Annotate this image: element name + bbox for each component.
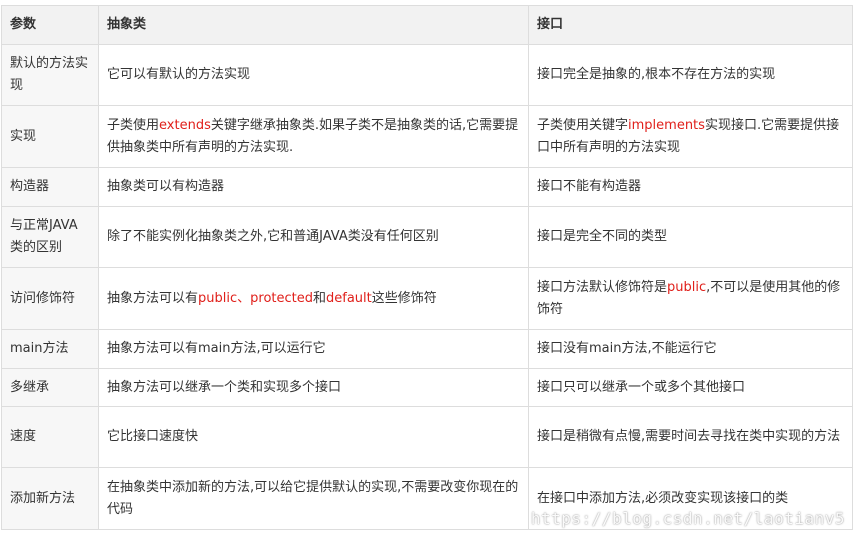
table-row: 多继承 抽象方法可以继承一个类和实现多个接口 接口只可以继承一个或多个其他接口 [1,368,853,407]
param-cell: 访问修饰符 [1,267,99,330]
interface-cell: 接口是稍微有点慢,需要时间去寻找在类中实现的方法 [528,406,853,468]
cell-text: 接口完全是抽象的,根本不存在方法的实现 [537,67,776,82]
cell-text: 子类使用关键字 [537,117,629,133]
cell-text: 接口是完全不同的类型 [537,229,668,244]
cell-text: 它可以有默认的方法实现 [107,67,251,82]
cell-text: 在接口中添加方法,必须改变实现该接口的类 [537,490,789,506]
interface-cell: 接口方法默认修饰符是public,不可以是使用其他的修饰符 [528,267,853,330]
keyword-highlight: default [326,290,372,306]
cell-text: 它比接口速度快 [107,429,199,444]
keyword-highlight: public [667,279,707,295]
cell-text: 接口方法默认修饰符是 [537,279,668,295]
param-cell: main方法 [1,329,99,369]
table-row: 访问修饰符 抽象方法可以有public、protected和default这些修饰… [1,267,853,330]
comparison-table: 参数 抽象类 接口 默认的方法实现 它可以有默认的方法实现 接口完全是抽象的,根本不… [1,5,853,530]
table-row: 与正常JAVA类的区别 除了不能实例化抽象类之外,它和普通JAVA类没有任何区别 接… [1,206,853,268]
watermark: https://blog.csdn.net/laotianv5 [530,509,845,528]
cell-text: 在抽象类中添加新的方法,可以给它提供默认的实现,不需要改变你现在的代码 [107,479,519,517]
table-row: 实现 子类使用extends关键字继承抽象类.如果子类不是抽象类的话,它需要提供抽… [1,105,853,168]
header-param: 参数 [1,5,99,45]
abstract-class-cell: 除了不能实例化抽象类之外,它和普通JAVA类没有任何区别 [98,206,529,268]
header-interface: 接口 [528,5,853,45]
interface-cell: 接口只可以继承一个或多个其他接口 [528,368,853,407]
cell-text: 接口不能有构造器 [537,179,642,194]
abstract-class-cell: 抽象方法可以继承一个类和实现多个接口 [98,368,529,407]
abstract-class-cell: 在抽象类中添加新的方法,可以给它提供默认的实现,不需要改变你现在的代码 [98,467,529,530]
table-row: 速度 它比接口速度快 接口是稍微有点慢,需要时间去寻找在类中实现的方法 [1,406,853,468]
param-cell: 实现 [1,105,99,168]
interface-cell: 接口完全是抽象的,根本不存在方法的实现 [528,44,853,106]
interface-cell: 接口不能有构造器 [528,167,853,207]
param-cell: 与正常JAVA类的区别 [1,206,99,268]
param-cell: 默认的方法实现 [1,44,99,106]
cell-text: 抽象方法可以继承一个类和实现多个接口 [107,379,342,395]
param-cell: 添加新方法 [1,467,99,530]
cell-text: 接口没有main方法,不能运行它 [537,341,717,356]
table-header-row: 参数 抽象类 接口 [1,5,853,45]
interface-cell: 接口是完全不同的类型 [528,206,853,268]
cell-text: 除了不能实例化抽象类之外,它和普通JAVA类没有任何区别 [107,229,439,244]
cell-text: 接口是稍微有点慢,需要时间去寻找在类中实现的方法 [537,429,841,444]
keyword-highlight: public、protected [198,290,313,306]
cell-text: 抽象类可以有构造器 [107,179,225,194]
param-cell: 速度 [1,406,99,468]
param-cell: 多继承 [1,368,99,407]
abstract-class-cell: 抽象类可以有构造器 [98,167,529,207]
table-row: 默认的方法实现 它可以有默认的方法实现 接口完全是抽象的,根本不存在方法的实现 [1,44,853,106]
cell-text: 子类使用 [107,117,160,133]
param-cell: 构造器 [1,167,99,207]
cell-text: 和 [313,290,327,306]
keyword-highlight: implements [628,117,705,133]
cell-text: 这些修饰符 [371,290,437,306]
cell-text: 抽象方法可以有 [107,290,199,306]
cell-text: 抽象方法可以有main方法,可以运行它 [107,341,326,356]
interface-cell: 子类使用关键字implements实现接口.它需要提供接口中所有声明的方法实现 [528,105,853,168]
header-abstract-class: 抽象类 [98,5,529,45]
keyword-highlight: extends [159,117,211,133]
table-row: 构造器 抽象类可以有构造器 接口不能有构造器 [1,167,853,207]
abstract-class-cell: 子类使用extends关键字继承抽象类.如果子类不是抽象类的话,它需要提供抽象类… [98,105,529,168]
abstract-class-cell: 抽象方法可以有main方法,可以运行它 [98,329,529,369]
abstract-class-cell: 它可以有默认的方法实现 [98,44,529,106]
abstract-class-cell: 它比接口速度快 [98,406,529,468]
table-row: main方法 抽象方法可以有main方法,可以运行它 接口没有main方法,不能运行… [1,329,853,369]
abstract-class-cell: 抽象方法可以有public、protected和default这些修饰符 [98,267,529,330]
cell-text: 接口只可以继承一个或多个其他接口 [537,379,746,395]
interface-cell: 接口没有main方法,不能运行它 [528,329,853,369]
